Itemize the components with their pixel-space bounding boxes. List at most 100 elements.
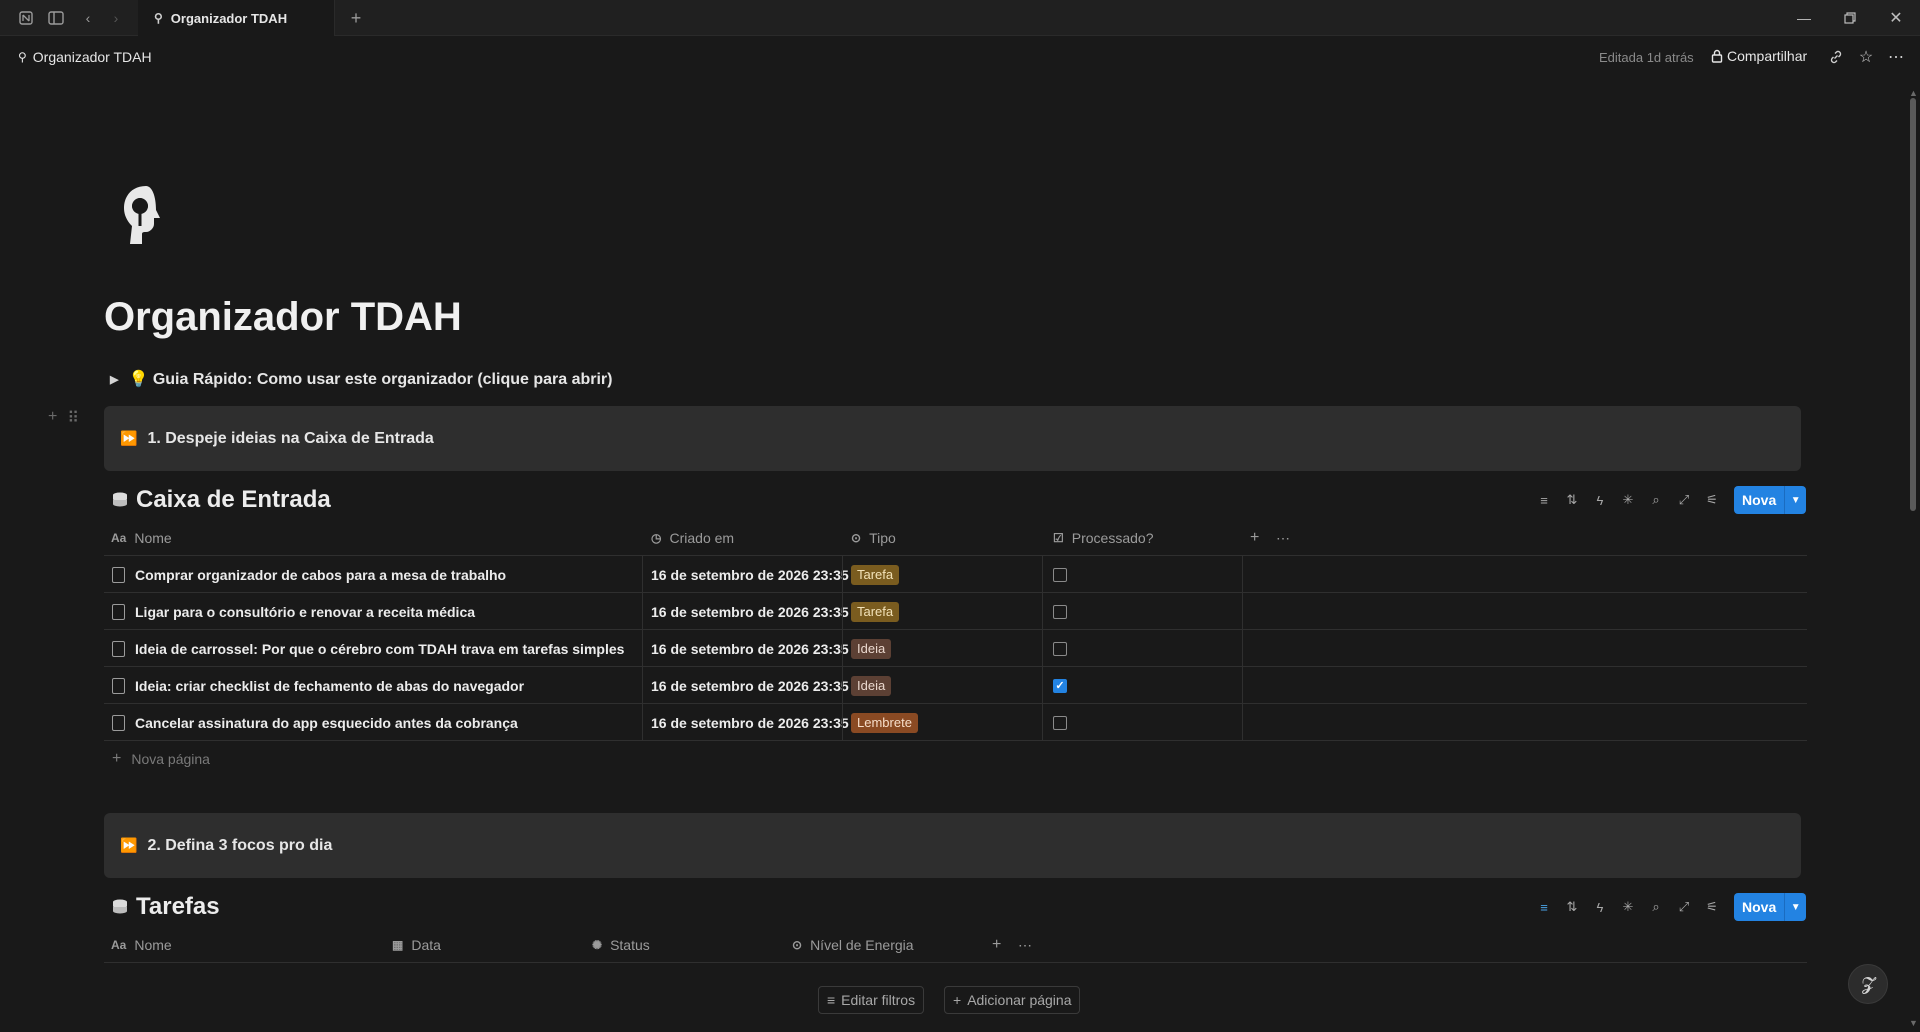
add-page-label: Adicionar página [967,992,1072,1008]
col-processed[interactable]: ☑ Processado? [1053,520,1153,556]
search-icon[interactable]: ⌕ [1642,486,1670,514]
table-row[interactable]: Cancelar assinatura do app esquecido ant… [104,704,1807,741]
automation-icon[interactable]: ϟ [1586,893,1614,921]
row-processed[interactable] [1053,556,1067,593]
filter-icon[interactable]: ≡ [1530,486,1558,514]
processed-checkbox[interactable] [1053,715,1067,730]
forward-arrow-icon[interactable]: › [106,8,126,28]
row-type[interactable]: Tarefa [851,593,900,630]
type-tag: Ideia [851,638,892,659]
table-row[interactable]: Ligar para o consultório e renovar a rec… [104,593,1807,630]
col-date[interactable]: ▦ Data [392,927,441,963]
sidebar-toggle-icon[interactable] [46,8,66,28]
callout-step2[interactable]: ⏩ 2. Defina 3 focos pro dia [104,813,1801,878]
add-property-icon[interactable]: + [992,927,1001,963]
col-created[interactable]: ◷ Criado em [651,520,734,556]
sort-icon[interactable]: ⇅ [1558,486,1586,514]
scrollbar[interactable]: ▲ ▼ [1906,88,1920,1032]
row-created[interactable]: 16 de setembro de 2026 23:35 [651,556,849,593]
row-type[interactable]: Ideia [851,667,892,704]
row-processed[interactable] [1053,630,1067,667]
customize-icon[interactable]: ✳ [1614,893,1642,921]
link-icon[interactable] [1825,46,1847,68]
settings-icon[interactable]: ⚟ [1698,893,1726,921]
processed-checkbox[interactable] [1053,567,1067,582]
add-property-icon[interactable]: + [1250,520,1259,556]
processed-checkbox[interactable] [1053,641,1067,656]
callout-step1[interactable]: ⏩ 1. Despeje ideias na Caixa de Entrada [104,406,1801,471]
filter-icon[interactable]: ≡ [1530,893,1558,921]
row-processed[interactable]: ✓ [1053,667,1067,704]
tasks-db-title[interactable]: Tarefas [110,893,220,921]
notion-logo-icon[interactable] [16,8,36,28]
col-name[interactable]: Aa Nome [111,927,172,963]
col-name-label: Nome [134,937,172,953]
page-title[interactable]: Organizador TDAH [104,295,462,340]
row-created[interactable]: 16 de setembro de 2026 23:35 [651,630,849,667]
toggle-triangle-icon[interactable]: ▶ [110,373,118,386]
tab-title: Organizador TDAH [170,10,288,26]
row-created[interactable]: 16 de setembro de 2026 23:35 [651,704,849,741]
guide-toggle[interactable]: ▶ 💡 Guia Rápido: Como usar este organiza… [110,369,612,389]
search-icon[interactable]: ⌕ [1642,893,1670,921]
row-processed[interactable] [1053,593,1067,630]
type-tag: Ideia [851,675,892,696]
tab-organizador[interactable]: ⚲ Organizador TDAH [138,0,335,36]
customize-icon[interactable]: ✳ [1614,486,1642,514]
chevron-down-icon[interactable]: ▼ [1784,893,1806,921]
row-name[interactable]: Ligar para o consultório e renovar a rec… [112,593,475,630]
processed-checkbox[interactable] [1053,604,1067,619]
col-name[interactable]: Aa Nome [111,520,172,556]
share-button[interactable]: Compartilhar [1711,48,1807,64]
sort-icon[interactable]: ⇅ [1558,893,1586,921]
table-row[interactable]: Ideia: criar checklist de fechamento de … [104,667,1807,704]
star-icon[interactable]: ☆ [1855,46,1877,68]
drag-handle-icon[interactable]: ⠿ [67,408,79,428]
row-type[interactable]: Lembrete [851,704,918,741]
edit-filters-button[interactable]: ≡ Editar filtros [818,986,925,1014]
row-name[interactable]: Comprar organizador de cabos para a mesa… [112,556,506,593]
table-row[interactable]: Comprar organizador de cabos para a mesa… [104,556,1807,593]
row-processed[interactable] [1053,704,1067,741]
page-head-icon[interactable] [118,182,174,248]
row-type[interactable]: Tarefa [851,556,900,593]
expand-icon[interactable]: ⤢ [1670,893,1698,921]
add-page-button[interactable]: + Adicionar página [944,986,1081,1014]
head-icon: ⚲ [18,50,27,64]
chevron-down-icon[interactable]: ▼ [1784,486,1806,514]
scroll-down-icon[interactable]: ▼ [1909,1018,1918,1028]
more-icon[interactable]: ⋯ [1276,520,1290,556]
close-icon[interactable]: ✕ [1885,7,1907,29]
inbox-new-button[interactable]: Nova ▼ [1734,486,1807,514]
automation-icon[interactable]: ϟ [1586,486,1614,514]
scroll-thumb[interactable] [1910,98,1916,511]
restore-icon[interactable] [1839,7,1861,29]
breadcrumb[interactable]: ⚲ Organizador TDAH [18,49,152,65]
row-created[interactable]: 16 de setembro de 2026 23:35 [651,667,849,704]
table-row[interactable]: Ideia de carrossel: Por que o cérebro co… [104,630,1807,667]
new-page-button[interactable]: + Nova página [112,750,210,768]
processed-checkbox-checked[interactable]: ✓ [1053,678,1067,693]
settings-icon[interactable]: ⚟ [1698,486,1726,514]
ai-help-icon[interactable]: 𝓩 [1848,964,1888,1004]
more-icon[interactable]: ⋯ [1885,46,1907,68]
more-icon[interactable]: ⋯ [1018,927,1032,963]
expand-icon[interactable]: ⤢ [1670,486,1698,514]
tasks-new-button[interactable]: Nova ▼ [1734,893,1807,921]
minimize-icon[interactable]: — [1793,7,1815,29]
row-name[interactable]: Ideia de carrossel: Por que o cérebro co… [112,630,624,667]
col-energy[interactable]: ⊙ Nível de Energia [792,927,914,963]
row-type[interactable]: Ideia [851,630,892,667]
col-status[interactable]: ✺ Status [592,927,650,963]
row-name[interactable]: Ideia: criar checklist de fechamento de … [112,667,524,704]
scroll-up-icon[interactable]: ▲ [1909,88,1918,98]
new-tab-icon[interactable]: + [346,8,366,28]
row-name[interactable]: Cancelar assinatura do app esquecido ant… [112,704,518,741]
inbox-db-title[interactable]: Caixa de Entrada [110,486,331,514]
text-type-icon: Aa [111,531,127,545]
back-arrow-icon[interactable]: ‹ [78,8,98,28]
page-icon [112,677,125,694]
row-created[interactable]: 16 de setembro de 2026 23:35 [651,593,849,630]
col-type[interactable]: ⊙ Tipo [851,520,896,556]
add-block-icon[interactable]: + [48,408,57,428]
